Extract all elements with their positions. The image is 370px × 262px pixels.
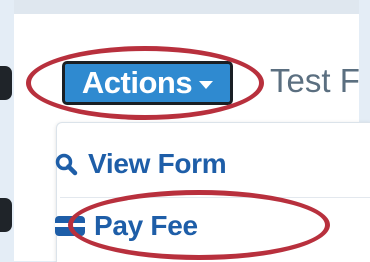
highlight-oval-actions xyxy=(26,46,264,120)
top-strip xyxy=(14,0,359,14)
record-title-text[interactable]: Test F xyxy=(270,62,370,100)
search-icon xyxy=(55,153,78,176)
menu-item-label: View Form xyxy=(88,148,227,179)
row-indicator-1 xyxy=(0,66,12,100)
highlight-oval-pay-fee xyxy=(68,190,330,260)
row-indicator-2 xyxy=(0,198,12,232)
menu-item-view-form[interactable]: View Form xyxy=(54,148,227,180)
